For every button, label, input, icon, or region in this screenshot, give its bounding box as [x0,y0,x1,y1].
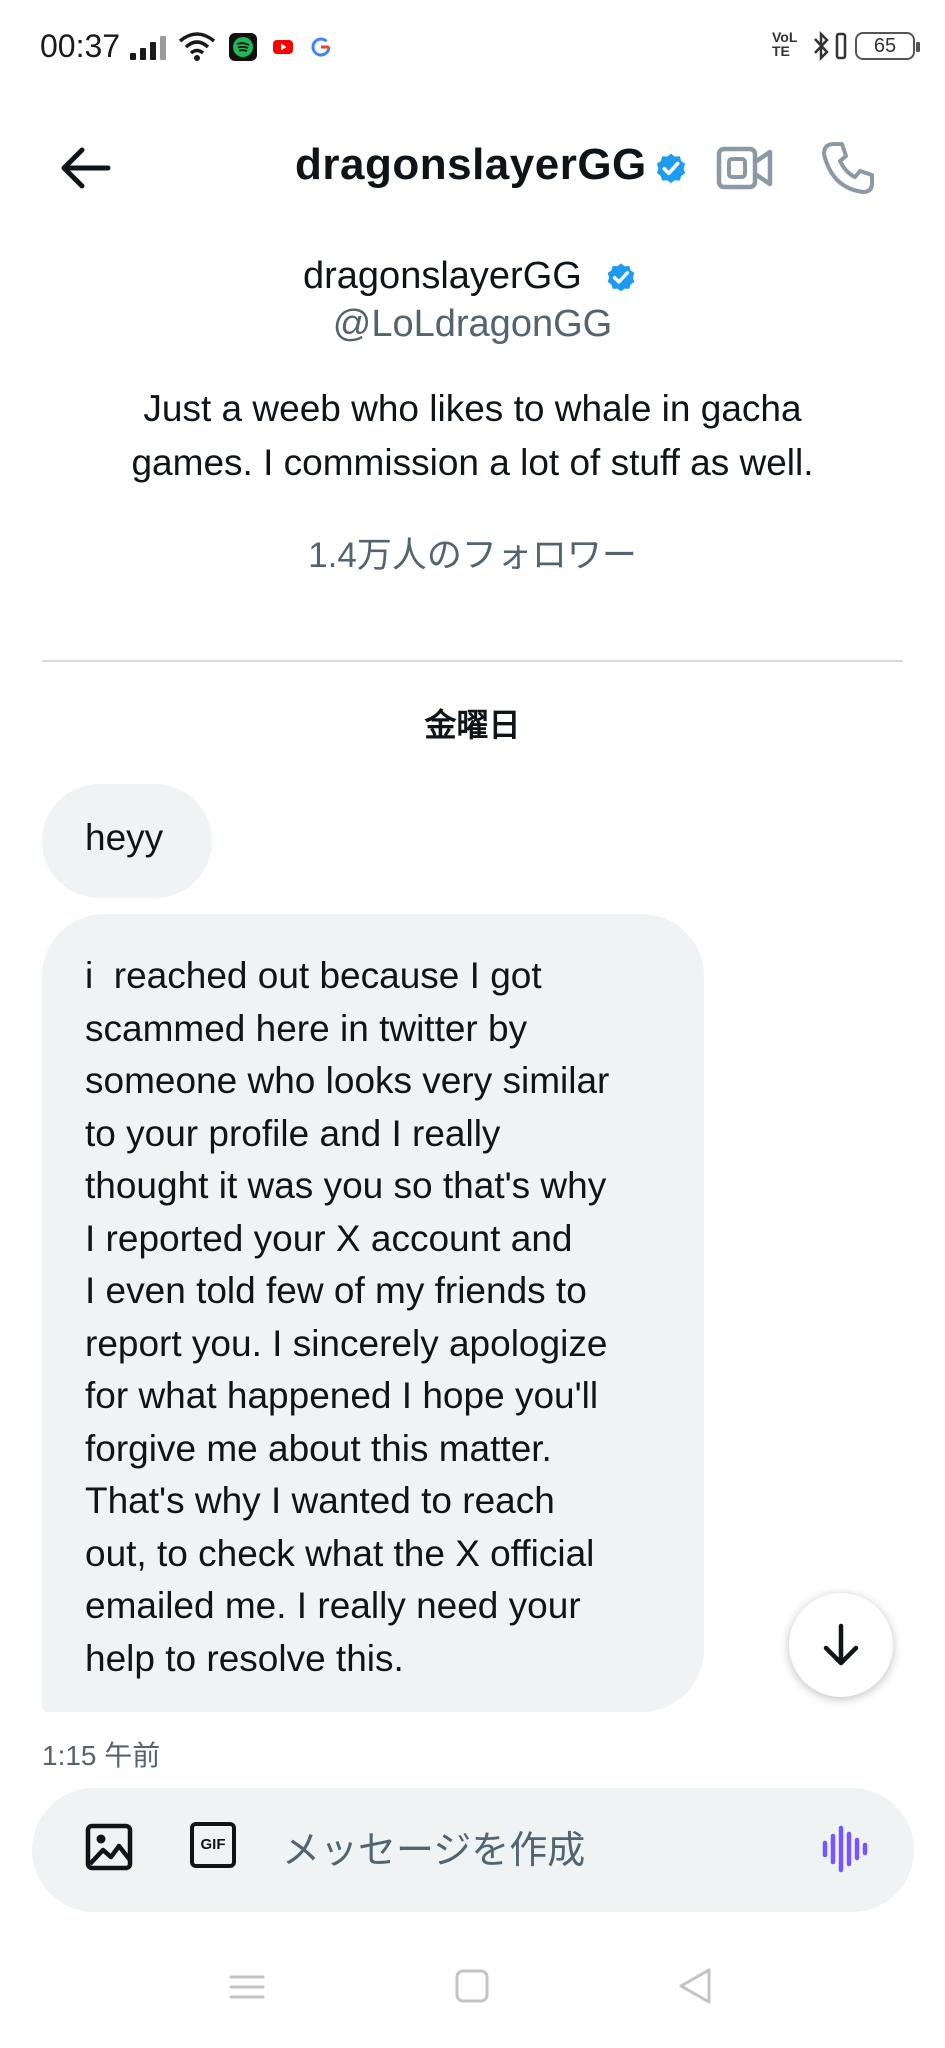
message-line: report you. I sincerely apologize [85,1322,608,1364]
home-nav-icon[interactable] [454,1968,490,2004]
arrow-down-icon [823,1623,859,1666]
verified-badge-small-icon [607,263,635,292]
spotify-icon [229,33,257,61]
message-line: heyy [85,817,164,858]
bluetooth-icon [814,30,829,62]
gif-label: GIF [200,1836,226,1853]
message-line: I reported your X account and [85,1217,573,1259]
video-call-icon[interactable] [716,144,774,192]
day-separator: 金曜日 [424,707,521,743]
message-bubble[interactable]: i reached out because I got scammed here… [42,914,704,1712]
signal-icon [130,34,170,60]
wifi-icon [178,32,216,61]
youtube-icon [269,33,297,61]
profile-bio: Just a weeb who likes to whale in gacha … [90,382,855,490]
profile-followers[interactable]: 1.4万人のフォロワー [0,527,945,578]
message-line: help to resolve this. [85,1637,404,1679]
battery-indicator: 65 [855,32,920,60]
voice-message-icon[interactable] [820,1824,870,1874]
message-bubble[interactable]: heyy [42,784,212,898]
message-line: forgive me about this matter. [85,1427,552,1469]
menu-nav-icon[interactable] [228,1972,266,2002]
profile-name[interactable]: dragonslayerGG [303,255,582,298]
message-line: out, to check what the X official [85,1532,595,1574]
message-line: scammed here in twitter by [85,1007,528,1049]
volte-icon: VoLTE [772,29,798,59]
profile-handle[interactable]: @LoLdragonGG [0,303,945,346]
scroll-to-bottom-button[interactable] [789,1593,893,1697]
message-line: thought it was you so that's why [85,1165,607,1206]
profile-bio-line: Just a weeb who likes to whale in gacha [143,388,802,429]
vibrate-icon [835,32,847,60]
message-timestamp: 1:15 午前 [42,1740,161,1771]
message-input[interactable] [282,1830,762,1873]
conversation-title-text: dragonslayerGG [295,140,647,189]
back-arrow-icon[interactable] [58,144,112,192]
gif-button[interactable]: GIF [190,1822,236,1868]
message-line: someone who looks very similar [85,1060,610,1101]
message-line: to your profile and I really [85,1112,501,1154]
back-nav-icon[interactable] [676,1966,714,2006]
message-line: i reached out because I got [85,955,542,996]
profile-bio-line: games. I commission a lot of stuff as we… [131,442,814,483]
message-line: I even told few of my friends to [85,1270,587,1311]
google-icon [307,33,335,61]
image-attach-icon[interactable] [84,1822,134,1872]
verified-badge-icon [656,153,686,184]
profile-name-text: dragonslayerGG [303,255,582,297]
message-line: emailed me. I really need your [85,1585,581,1626]
message-line: for what happened I hope you'll [85,1375,599,1416]
divider [42,660,903,662]
conversation-title: dragonslayerGG [295,140,647,190]
status-time: 00:37 [40,28,121,64]
message-line: That's why I wanted to reach [85,1480,555,1521]
phone-call-icon[interactable] [820,140,876,196]
